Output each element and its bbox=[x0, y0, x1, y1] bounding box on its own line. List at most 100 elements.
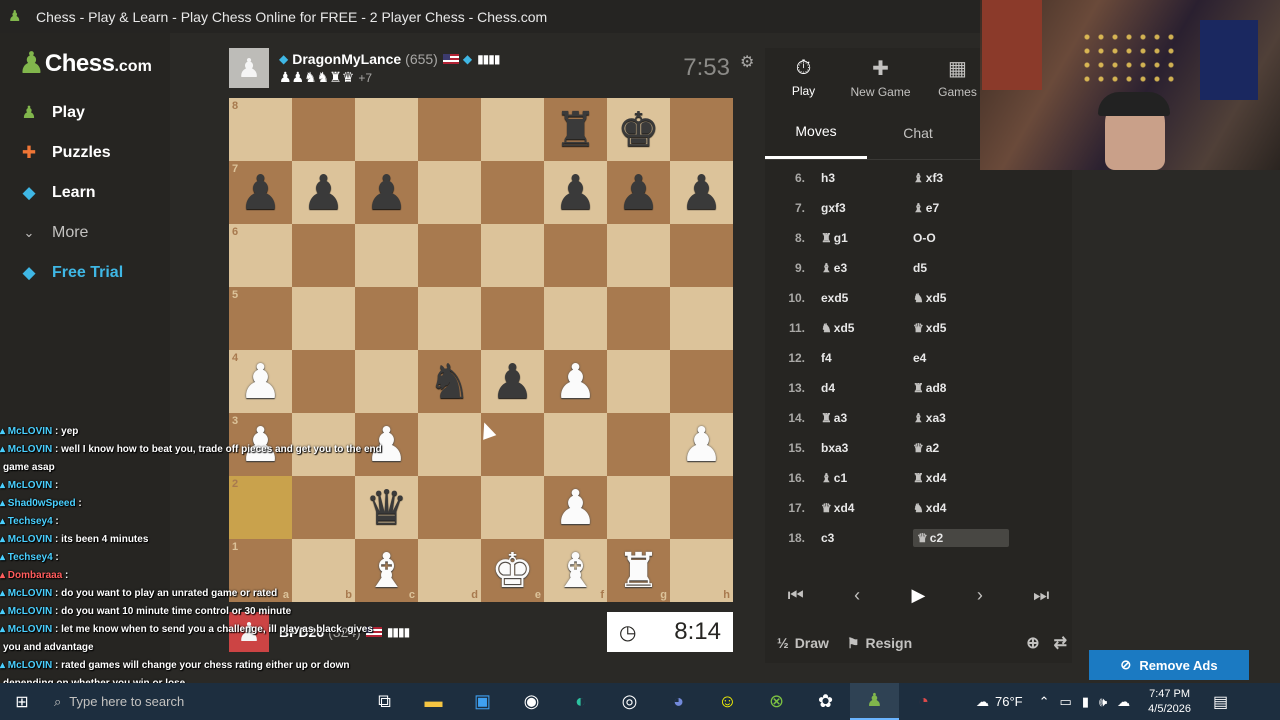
white-move[interactable]: ♜ g1 bbox=[817, 231, 913, 245]
board-square-d2[interactable] bbox=[418, 476, 481, 539]
board-square-h5[interactable] bbox=[670, 287, 733, 350]
board-square-g1[interactable]: ♜ g bbox=[607, 539, 670, 602]
sidebar-item-play[interactable]: ♟ Play bbox=[0, 93, 170, 133]
file-explorer-icon[interactable]: ▬ bbox=[409, 683, 458, 720]
start-button[interactable]: ⊞ bbox=[0, 683, 44, 720]
board-square-f7[interactable]: ♟ bbox=[544, 161, 607, 224]
board-square-c6[interactable] bbox=[355, 224, 418, 287]
black-move[interactable]: ♛ a2 bbox=[913, 441, 1009, 455]
black-pawn-icon[interactable]: ♟ bbox=[365, 169, 408, 217]
board-square-c4[interactable] bbox=[355, 350, 418, 413]
black-move[interactable]: ♞ xd4 bbox=[913, 501, 1009, 515]
board-square-g5[interactable] bbox=[607, 287, 670, 350]
board-square-f2[interactable]: ♟ bbox=[544, 476, 607, 539]
black-move[interactable]: ♞ xd5 bbox=[913, 291, 1009, 305]
paint-icon[interactable]: ✿ bbox=[801, 683, 850, 720]
black-pawn-icon[interactable]: ♟ bbox=[617, 169, 660, 217]
white-move[interactable]: ♛ xd4 bbox=[817, 501, 913, 515]
board-square-d8[interactable] bbox=[418, 98, 481, 161]
black-move[interactable]: ♛ c2 bbox=[913, 529, 1009, 547]
board-square-h6[interactable] bbox=[670, 224, 733, 287]
snapchat-icon[interactable]: ☺ bbox=[703, 683, 752, 720]
board-square-h2[interactable] bbox=[670, 476, 733, 539]
recorder-icon[interactable]: ◔ bbox=[899, 683, 948, 720]
obs-icon[interactable]: ◎ bbox=[605, 683, 654, 720]
tab-moves[interactable]: Moves bbox=[765, 106, 867, 159]
add-icon[interactable]: ⊕ bbox=[1026, 633, 1039, 653]
resign-button[interactable]: ⚑ Resign bbox=[847, 635, 912, 652]
board-square-h3[interactable]: ♟ bbox=[670, 413, 733, 476]
first-move-button[interactable]: ⏮ bbox=[772, 578, 820, 612]
white-move[interactable]: ♞ xd5 bbox=[817, 321, 913, 335]
board-square-h4[interactable] bbox=[670, 350, 733, 413]
board-square-g3[interactable] bbox=[607, 413, 670, 476]
white-king-icon[interactable]: ♚ bbox=[491, 547, 534, 595]
white-move[interactable]: exd5 bbox=[817, 291, 913, 305]
last-move-button[interactable]: ⏭ bbox=[1017, 578, 1065, 612]
black-pawn-icon[interactable]: ♟ bbox=[302, 169, 345, 217]
meet-now-icon[interactable]: ▭ bbox=[1060, 694, 1072, 710]
board-square-e1[interactable]: ♚ e bbox=[481, 539, 544, 602]
board-square-d5[interactable] bbox=[418, 287, 481, 350]
taskbar-search[interactable]: ⌕ Type here to search bbox=[44, 683, 344, 720]
board-square-e5[interactable] bbox=[481, 287, 544, 350]
board-square-g6[interactable] bbox=[607, 224, 670, 287]
board-square-h8[interactable] bbox=[670, 98, 733, 161]
steam-icon[interactable]: ◉ bbox=[507, 683, 556, 720]
board-square-d7[interactable] bbox=[418, 161, 481, 224]
board-square-g8[interactable]: ♚ bbox=[607, 98, 670, 161]
board-square-d1[interactable]: d bbox=[418, 539, 481, 602]
board-square-b4[interactable] bbox=[292, 350, 355, 413]
black-move[interactable]: d5 bbox=[913, 261, 1009, 275]
white-move[interactable]: f4 bbox=[817, 351, 913, 365]
board-square-f5[interactable] bbox=[544, 287, 607, 350]
board-square-b6[interactable] bbox=[292, 224, 355, 287]
discord-icon[interactable]: ◕ bbox=[654, 683, 703, 720]
board-square-b7[interactable]: ♟ bbox=[292, 161, 355, 224]
black-move[interactable]: ♜ xd4 bbox=[913, 471, 1009, 485]
store-icon[interactable]: ▣ bbox=[458, 683, 507, 720]
task-view-icon[interactable]: ⧉ bbox=[360, 683, 409, 720]
black-pawn-icon[interactable]: ♟ bbox=[554, 169, 597, 217]
board-square-f4[interactable]: ♟ bbox=[544, 350, 607, 413]
previous-move-button[interactable]: ‹ bbox=[833, 578, 881, 612]
white-move[interactable]: d4 bbox=[817, 381, 913, 395]
board-square-a6[interactable]: 6 bbox=[229, 224, 292, 287]
board-square-c7[interactable]: ♟ bbox=[355, 161, 418, 224]
battery-icon[interactable]: ▮ bbox=[1082, 694, 1089, 710]
black-move[interactable]: ♝ e7 bbox=[913, 201, 1009, 215]
black-move[interactable]: ♜ ad8 bbox=[913, 381, 1009, 395]
white-pawn-icon[interactable]: ♟ bbox=[554, 484, 597, 532]
white-pawn-icon[interactable]: ♟ bbox=[239, 358, 282, 406]
gear-icon[interactable]: ⚙ bbox=[740, 52, 754, 72]
white-move[interactable]: ♝ e3 bbox=[817, 261, 913, 275]
board-square-a7[interactable]: ♟ 7 bbox=[229, 161, 292, 224]
black-move[interactable]: O-O bbox=[913, 231, 1009, 245]
board-square-e6[interactable] bbox=[481, 224, 544, 287]
board-square-f3[interactable] bbox=[544, 413, 607, 476]
avatar[interactable]: ♟ bbox=[229, 48, 269, 88]
tab-new-game[interactable]: ✚ New Game bbox=[842, 48, 919, 106]
taskbar-clock[interactable]: 7:47 PM 4/5/2026 bbox=[1148, 687, 1191, 717]
board-square-g4[interactable] bbox=[607, 350, 670, 413]
scrollbar[interactable] bbox=[1048, 170, 1053, 550]
sidebar-item-more[interactable]: ⌄ More bbox=[0, 213, 170, 253]
board-square-e7[interactable] bbox=[481, 161, 544, 224]
sidebar-item-puzzles[interactable]: ✚ Puzzles bbox=[0, 133, 170, 173]
black-move[interactable]: ♝ xa3 bbox=[913, 411, 1009, 425]
xbox-icon[interactable]: ⊗ bbox=[752, 683, 801, 720]
board-square-e4[interactable]: ♟ bbox=[481, 350, 544, 413]
board-square-e8[interactable] bbox=[481, 98, 544, 161]
black-move[interactable]: ♛ xd5 bbox=[913, 321, 1009, 335]
white-bishop-icon[interactable]: ♝ bbox=[554, 547, 597, 595]
flip-board-icon[interactable]: ⇄ bbox=[1054, 633, 1067, 653]
board-square-g7[interactable]: ♟ bbox=[607, 161, 670, 224]
board-square-d4[interactable]: ♞ bbox=[418, 350, 481, 413]
remove-ads-button[interactable]: ⊘ Remove Ads bbox=[1089, 650, 1249, 680]
board-square-a5[interactable]: 5 bbox=[229, 287, 292, 350]
white-rook-icon[interactable]: ♜ bbox=[617, 547, 660, 595]
board-square-f8[interactable]: ♜ bbox=[544, 98, 607, 161]
notifications-icon[interactable]: ▤ bbox=[1213, 692, 1228, 712]
board-square-f6[interactable] bbox=[544, 224, 607, 287]
black-pawn-icon[interactable]: ♟ bbox=[239, 169, 282, 217]
